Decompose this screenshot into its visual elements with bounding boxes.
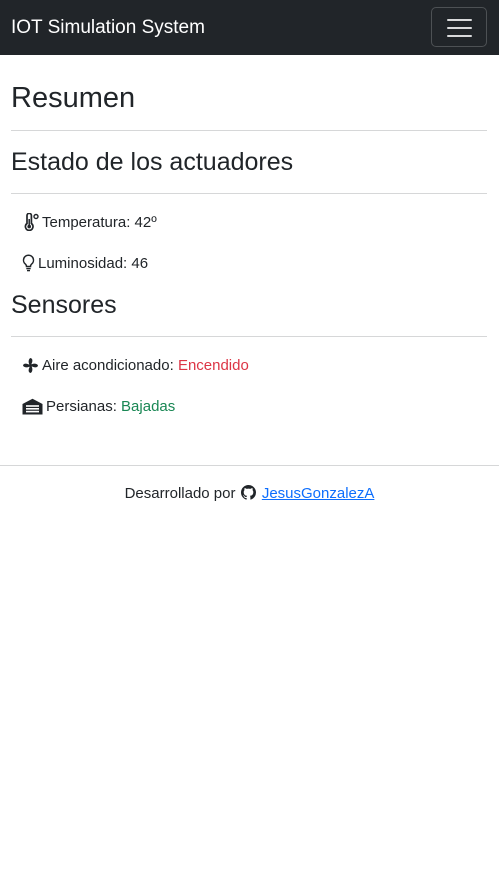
garage-icon xyxy=(22,398,43,415)
thermometer-icon xyxy=(22,213,39,231)
sensor-aire-acondicionado: Aire acondicionado: Encendido xyxy=(22,354,249,376)
section-title-actuadores: Estado de los actuadores xyxy=(11,148,294,176)
actuator-luminosidad: Luminosidad: 46 xyxy=(22,252,148,274)
divider xyxy=(11,336,487,337)
footer: Desarrollado por JesusGonzalezA xyxy=(0,484,499,506)
actuator-temperatura: Temperatura: 42º xyxy=(22,211,157,233)
page-title: Resumen xyxy=(11,82,136,114)
github-profile-link[interactable]: JesusGonzalezA xyxy=(262,485,375,502)
fan-icon xyxy=(22,357,39,374)
persianas-status: Bajadas xyxy=(121,397,176,415)
footer-prefix: Desarrollado por xyxy=(124,485,236,502)
aire-acondicionado-label: Aire acondicionado: xyxy=(42,356,174,374)
github-icon xyxy=(240,485,256,506)
temperatura-label: Temperatura: xyxy=(42,213,131,231)
navbar-toggle-button[interactable] xyxy=(431,7,487,47)
navbar-brand[interactable]: IOT Simulation System xyxy=(11,15,205,41)
divider xyxy=(11,193,487,194)
hamburger-menu-icon xyxy=(447,19,472,21)
persianas-label: Persianas: xyxy=(46,397,117,415)
temperatura-value: 42º xyxy=(134,213,157,231)
divider xyxy=(11,130,487,131)
luminosidad-value: 46 xyxy=(131,254,149,272)
sensor-persianas: Persianas: Bajadas xyxy=(22,395,175,417)
section-title-sensores: Sensores xyxy=(11,291,117,319)
navbar: IOT Simulation System xyxy=(0,0,499,55)
lightbulb-icon xyxy=(22,254,35,272)
luminosidad-label: Luminosidad: xyxy=(38,254,128,272)
aire-acondicionado-status: Encendido xyxy=(177,356,249,374)
footer-divider xyxy=(0,465,499,466)
